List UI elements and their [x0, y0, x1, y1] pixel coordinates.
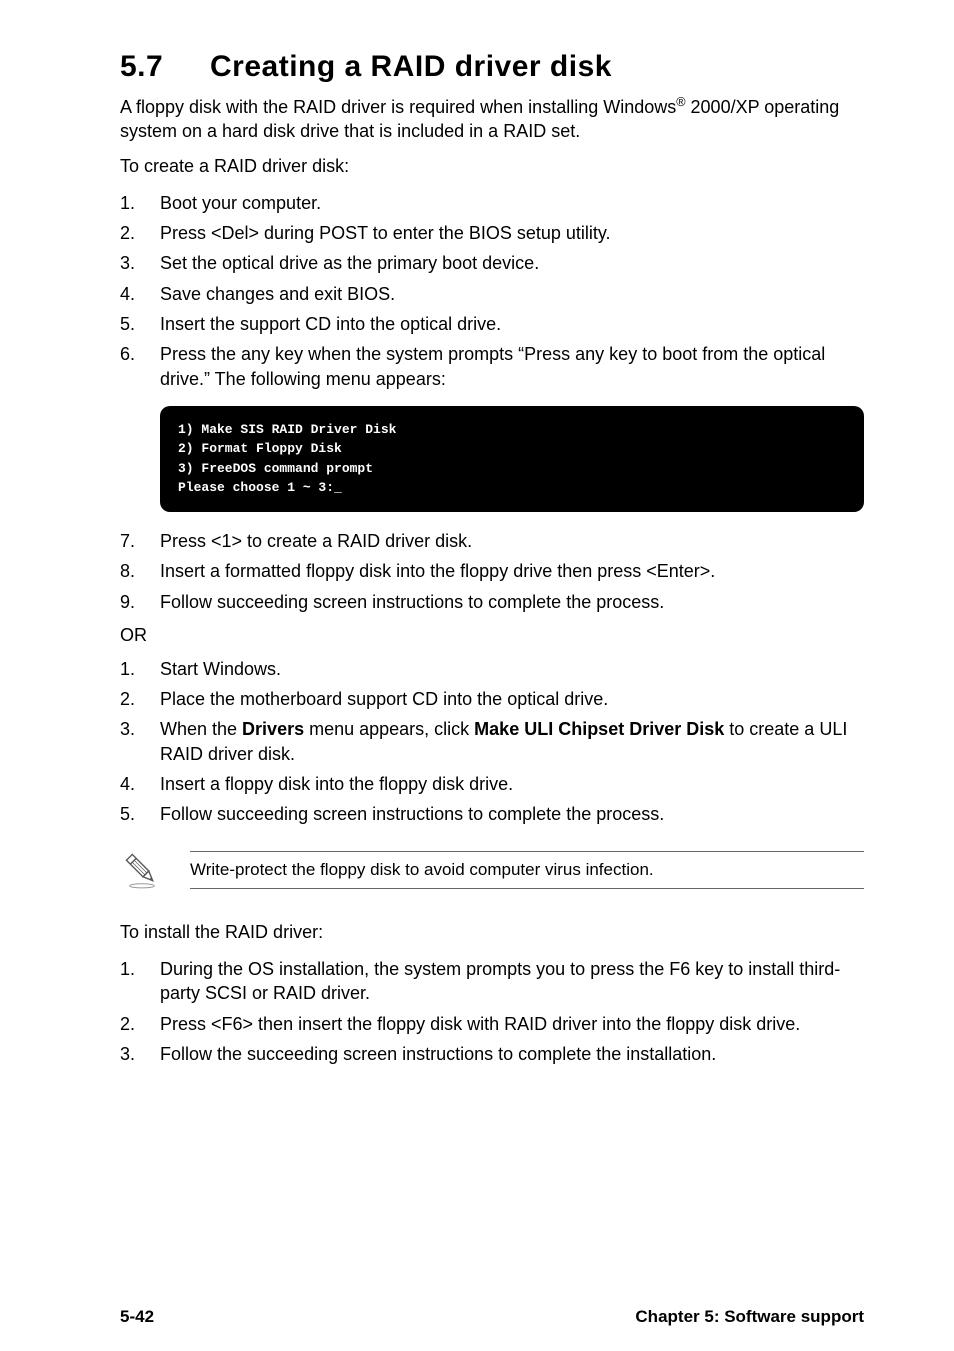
steps-list-d: 1. During the OS installation, the system…	[120, 954, 864, 1069]
bold-label: Make ULI Chipset Driver Disk	[474, 719, 724, 739]
page-footer: 5-42 Chapter 5: Software support	[120, 1307, 864, 1327]
steps-list-c: 1. Start Windows. 2. Place the motherboard …	[120, 654, 864, 830]
or-label: OR	[120, 625, 864, 646]
list-text: Boot your computer.	[160, 193, 321, 213]
document-page: 5.7Creating a RAID driver disk A floppy …	[0, 0, 954, 1351]
list-item: 1. Boot your computer.	[120, 188, 864, 218]
list-text-mid: menu appears, click	[304, 719, 474, 739]
list-item: 5. Follow succeeding screen instructions …	[120, 799, 864, 829]
list-text: Insert a floppy disk into the floppy dis…	[160, 774, 513, 794]
list-text: Follow succeeding screen instructions to…	[160, 592, 664, 612]
list-item: 3. Follow the succeeding screen instructi…	[120, 1039, 864, 1069]
list-marker: 1.	[120, 957, 135, 981]
section-title-text: Creating a RAID driver disk	[210, 50, 612, 83]
list-item: 2. Place the motherboard support CD into …	[120, 684, 864, 714]
list-item: 4. Insert a floppy disk into the floppy d…	[120, 769, 864, 799]
list-text: Follow the succeeding screen instruction…	[160, 1044, 716, 1064]
terminal-output: 1) Make SIS RAID Driver Disk 2) Format F…	[160, 406, 864, 512]
list-item: 2. Press <F6> then insert the floppy disk…	[120, 1009, 864, 1039]
registered-mark: ®	[676, 95, 685, 109]
intro-text-a: A floppy disk with the RAID driver is re…	[120, 97, 676, 117]
list-item: 5. Insert the support CD into the optical…	[120, 309, 864, 339]
list-marker: 4.	[120, 282, 135, 306]
list-item: 9. Follow succeeding screen instructions …	[120, 587, 864, 617]
list-marker: 1.	[120, 191, 135, 215]
list-marker: 2.	[120, 687, 135, 711]
list-text: Set the optical drive as the primary boo…	[160, 253, 539, 273]
list-marker: 3.	[120, 1042, 135, 1066]
list-text: Press <F6> then insert the floppy disk w…	[160, 1014, 800, 1034]
list-text-prefix: When the	[160, 719, 242, 739]
list-text: Press <Del> during POST to enter the BIO…	[160, 223, 611, 243]
list-text: Insert a formatted floppy disk into the …	[160, 561, 715, 581]
list-marker: 6.	[120, 342, 135, 366]
list-text: Start Windows.	[160, 659, 281, 679]
list-marker: 8.	[120, 559, 135, 583]
list-marker: 5.	[120, 312, 135, 336]
list-text: During the OS installation, the system p…	[160, 959, 840, 1003]
note-row: Write-protect the floppy disk to avoid c…	[120, 848, 864, 892]
list-item: 2. Press <Del> during POST to enter the B…	[120, 218, 864, 248]
list-item: 1. During the OS installation, the system…	[120, 954, 864, 1009]
pencil-note-icon	[120, 848, 190, 892]
steps-list-a: 1. Boot your computer. 2. Press <Del> durin…	[120, 188, 864, 394]
intro-paragraph: A floppy disk with the RAID driver is re…	[120, 94, 864, 144]
list-item: 6. Press the any key when the system prom…	[120, 339, 864, 394]
list-text: Save changes and exit BIOS.	[160, 284, 395, 304]
note-text: Write-protect the floppy disk to avoid c…	[190, 851, 864, 889]
list-text: Press the any key when the system prompt…	[160, 344, 825, 388]
steps-list-b: 7. Press <1> to create a RAID driver disk…	[120, 526, 864, 617]
list-marker: 4.	[120, 772, 135, 796]
list-item: 3. When the Drivers menu appears, click M…	[120, 714, 864, 769]
list-marker: 3.	[120, 251, 135, 275]
bold-label: Drivers	[242, 719, 304, 739]
list-text: Place the motherboard support CD into th…	[160, 689, 608, 709]
list-marker: 3.	[120, 717, 135, 741]
list-item: 4. Save changes and exit BIOS.	[120, 279, 864, 309]
section-heading: 5.7Creating a RAID driver disk	[120, 50, 864, 84]
list-item: 8. Insert a formatted floppy disk into th…	[120, 556, 864, 586]
list-text: Press <1> to create a RAID driver disk.	[160, 531, 472, 551]
list-marker: 2.	[120, 221, 135, 245]
list-marker: 9.	[120, 590, 135, 614]
create-disk-lead: To create a RAID driver disk:	[120, 154, 864, 178]
list-item: 7. Press <1> to create a RAID driver disk…	[120, 526, 864, 556]
list-marker: 1.	[120, 657, 135, 681]
footer-chapter: Chapter 5: Software support	[635, 1307, 864, 1327]
list-text: Insert the support CD into the optical d…	[160, 314, 501, 334]
list-marker: 7.	[120, 529, 135, 553]
list-marker: 2.	[120, 1012, 135, 1036]
list-marker: 5.	[120, 802, 135, 826]
list-item: 3. Set the optical drive as the primary b…	[120, 248, 864, 278]
install-lead: To install the RAID driver:	[120, 920, 864, 944]
list-text: Follow succeeding screen instructions to…	[160, 804, 664, 824]
footer-page-number: 5-42	[120, 1307, 154, 1327]
section-number: 5.7	[120, 50, 210, 84]
list-item: 1. Start Windows.	[120, 654, 864, 684]
